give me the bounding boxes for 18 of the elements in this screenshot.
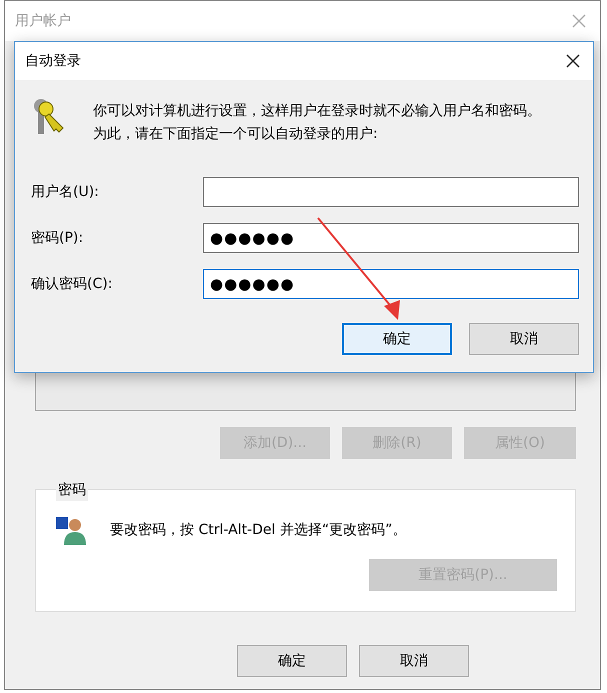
input-field[interactable]: ●●●●●● [203,223,579,253]
message-text: 为此，请在下面指定一个可以自动登录的用户: [93,125,379,144]
password-hint: 要改密码，按 Ctrl-Alt-Del 并选择“更改密码”。 [110,520,406,540]
input-field[interactable]: ●●●●●● [203,269,579,299]
group-title: 密码 [56,480,88,501]
ok-button[interactable]: 确定 [342,323,452,355]
dialog-button[interactable]: 取消 [359,645,469,677]
cancel-button[interactable]: 取消 [469,323,579,355]
input-field[interactable] [203,177,579,207]
dialog-button[interactable]: 确定 [237,645,347,677]
field-label: 用户名(U): [31,182,100,202]
dialog-title: 自动登录 [25,52,81,70]
user-icon [56,515,88,545]
window-title: 用户帐户 [15,12,71,30]
message-text: 你可以对计算机进行设置，这样用户在登录时就不必输入用户名和密码。 [93,102,541,121]
field-label: 确认密码(C): [31,274,114,294]
close-icon[interactable] [566,54,580,68]
field-label: 密码(P): [31,228,84,248]
